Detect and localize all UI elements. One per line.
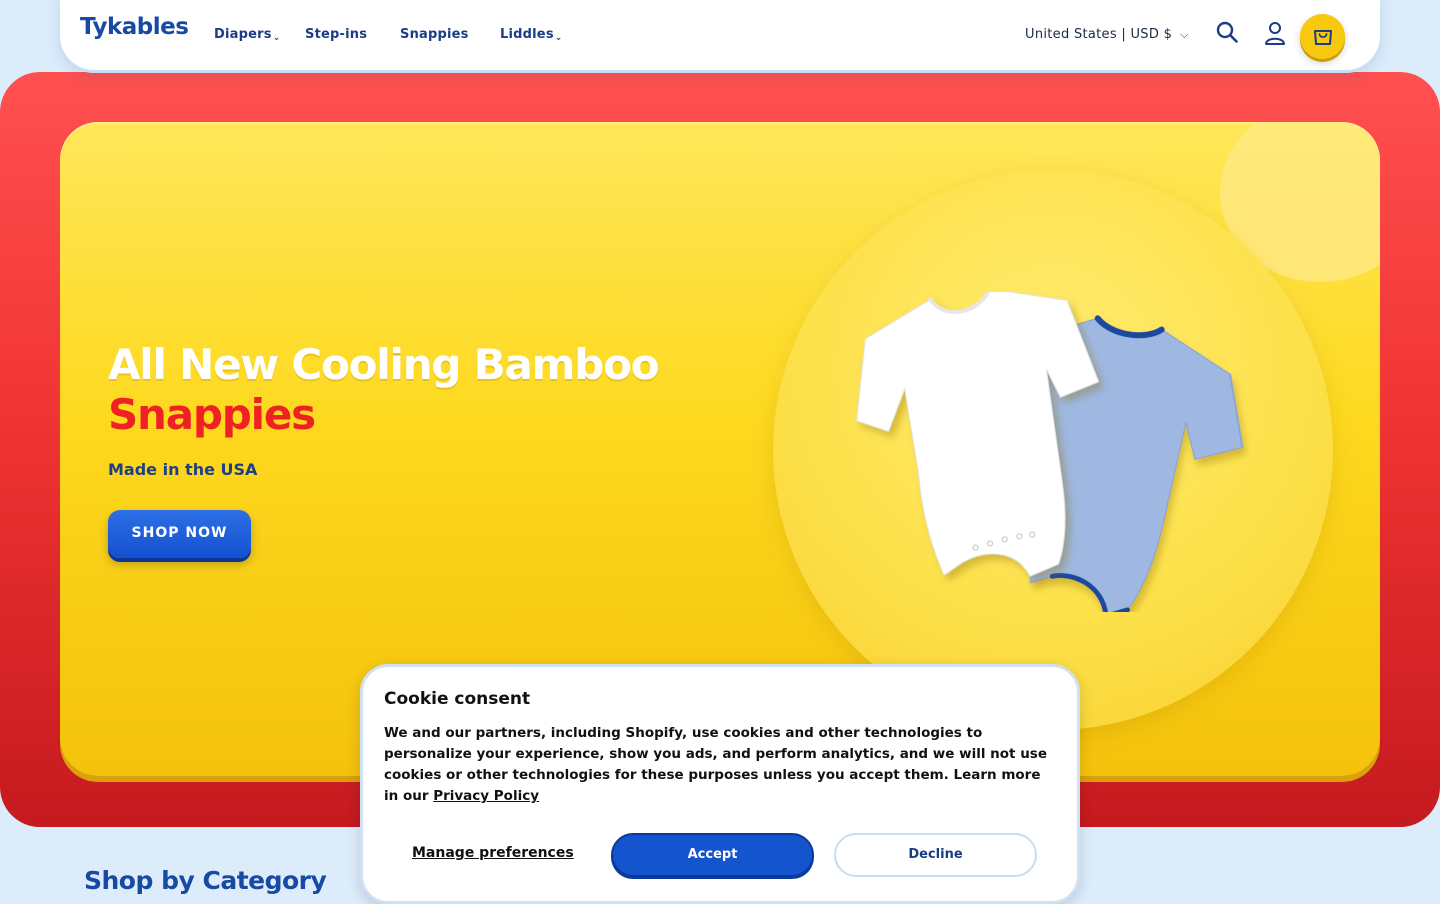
logo[interactable]: Tykables: [80, 14, 189, 40]
cookie-title: Cookie consent: [384, 689, 531, 709]
cart-icon: [1314, 30, 1332, 45]
decline-button[interactable]: Decline: [834, 833, 1037, 877]
chevron-down-icon: ⌄: [272, 33, 281, 43]
nav-label: Liddles: [500, 27, 554, 42]
cookie-consent-dialog: Cookie consent We and our partners, incl…: [360, 664, 1080, 904]
nav-item-liddles[interactable]: Liddles⌄: [500, 27, 563, 43]
manage-preferences-link[interactable]: Manage preferences: [412, 845, 574, 861]
nav-item-step-ins[interactable]: Step-ins: [305, 27, 367, 42]
nav-label: Step-ins: [305, 27, 368, 42]
nav-label: Snappies: [400, 27, 469, 42]
nav-label: Diapers: [214, 27, 272, 42]
region-currency-selector[interactable]: United States | USD $ ⌵: [1025, 27, 1189, 42]
section-title: Shop by Category: [84, 866, 327, 895]
chevron-down-icon: ⌄: [554, 33, 563, 43]
onesies-image: [856, 292, 1244, 612]
accept-button[interactable]: Accept: [611, 833, 814, 877]
hero-title-highlight: Snappies: [108, 390, 316, 439]
privacy-policy-link[interactable]: Privacy Policy: [433, 788, 539, 804]
search-icon[interactable]: [1215, 20, 1241, 46]
shop-now-button[interactable]: SHOP NOW: [108, 510, 251, 558]
site-header: Tykables Diapers⌄ Step-ins Snappies Lidd…: [60, 0, 1380, 70]
nav-item-snappies[interactable]: Snappies: [400, 27, 469, 42]
cart-button[interactable]: [1300, 14, 1345, 59]
region-label: United States | USD $: [1025, 27, 1173, 42]
account-icon[interactable]: [1263, 20, 1289, 46]
chevron-down-icon: ⌵: [1180, 28, 1189, 41]
hero-subtitle: Made in the USA: [108, 460, 258, 479]
nav-item-diapers[interactable]: Diapers⌄: [214, 27, 280, 43]
hero-title: All New Cooling Bamboo: [108, 340, 660, 389]
cookie-body: We and our partners, including Shopify, …: [384, 723, 1059, 807]
